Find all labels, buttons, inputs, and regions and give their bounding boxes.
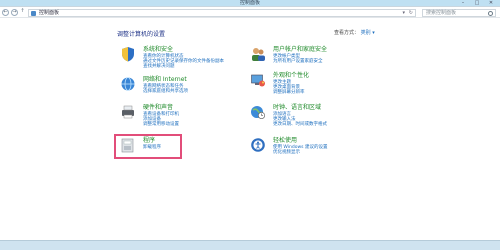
breadcrumb[interactable]: 控制面板 xyxy=(39,10,59,17)
view-by: 查看方式： 类别 ▾ xyxy=(334,29,375,36)
taskbar xyxy=(0,240,500,250)
category-title[interactable]: 轻松使用 xyxy=(273,137,297,144)
category-title[interactable]: 时钟、语言和区域 xyxy=(273,104,321,111)
back-button[interactable]: ← xyxy=(2,9,9,16)
category-hardware-sound: 硬件和声音 查看设备和打印机 添加设备 调整常用移动设置 xyxy=(120,104,270,134)
shield-icon[interactable] xyxy=(120,46,136,62)
globe-network-icon[interactable] xyxy=(120,76,136,92)
category-title[interactable]: 外观和个性化 xyxy=(273,72,309,79)
view-by-dropdown[interactable]: 类别 ▾ xyxy=(361,30,375,36)
category-link[interactable]: 查找并解决问题 xyxy=(143,64,175,69)
highlight-box xyxy=(114,134,182,159)
appearance-icon[interactable] xyxy=(250,72,266,88)
title-bar: 控制面板 – □ ✕ xyxy=(0,0,500,7)
chevron-down-icon[interactable]: ▾ xyxy=(402,10,405,17)
category-system-security: 系统和安全 查看你的计算机状态 通过文件历史记录保存你的文件备份副本 查找并解决… xyxy=(120,46,270,76)
maximize-button[interactable]: □ xyxy=(472,0,482,6)
minimize-button[interactable]: – xyxy=(458,0,468,6)
category-clock-language: 时钟、语言和区域 添加语言 更改输入法 更改日期、时间或数字格式 xyxy=(250,104,400,134)
category-network-internet: 网络和 Internet 查看网络状态和任务 选择家庭组和共享选项 xyxy=(120,76,270,106)
category-title[interactable]: 网络和 Internet xyxy=(143,76,187,83)
printer-icon[interactable] xyxy=(120,104,136,120)
category-appearance: 外观和个性化 更改主题 更改桌面背景 调整屏幕分辨率 xyxy=(250,72,400,102)
category-title[interactable]: 用户帐户和家庭安全 xyxy=(273,46,327,53)
category-link[interactable]: 更改日期、时间或数字格式 xyxy=(273,122,327,127)
search-placeholder: 搜索控制面板 xyxy=(426,10,457,16)
category-title[interactable]: 硬件和声音 xyxy=(143,104,173,111)
category-link[interactable]: 调整常用移动设置 xyxy=(143,122,179,127)
search-icon[interactable] xyxy=(488,11,493,16)
page-title: 调整计算机的设置 xyxy=(117,31,166,38)
category-title[interactable]: 系统和安全 xyxy=(143,46,173,53)
category-link[interactable]: 调整屏幕分辨率 xyxy=(273,90,305,95)
category-link[interactable]: 选择家庭组和共享选项 xyxy=(143,89,188,94)
refresh-icon[interactable]: ↻ xyxy=(409,10,413,17)
control-panel-icon xyxy=(31,11,36,16)
clock-globe-icon[interactable] xyxy=(250,104,266,120)
address-bar: ← → ↑ 控制面板 ▾ ↻ 搜索控制面板 xyxy=(0,8,500,18)
category-link[interactable]: 为所有用户设置家庭安全 xyxy=(273,59,323,64)
forward-button[interactable]: → xyxy=(11,9,18,16)
address-input[interactable]: 控制面板 ▾ ↻ xyxy=(28,9,416,17)
window-title: 控制面板 xyxy=(239,0,260,6)
search-input[interactable]: 搜索控制面板 xyxy=(422,9,496,17)
control-panel-window: 控制面板 – □ ✕ ← → ↑ 控制面板 ▾ ↻ 搜索控制面板 调整计算机的设… xyxy=(0,0,500,250)
view-by-label: 查看方式： xyxy=(334,30,360,36)
category-link[interactable]: 优化视频显示 xyxy=(273,150,300,155)
window-controls: – □ ✕ xyxy=(458,0,496,7)
users-icon[interactable] xyxy=(250,46,266,62)
close-button[interactable]: ✕ xyxy=(486,0,496,6)
category-ease-of-access: 轻松使用 使用 Windows 建议的设置 优化视频显示 xyxy=(250,137,400,167)
up-button[interactable]: ↑ xyxy=(19,9,26,16)
ease-of-access-icon[interactable] xyxy=(250,137,266,153)
